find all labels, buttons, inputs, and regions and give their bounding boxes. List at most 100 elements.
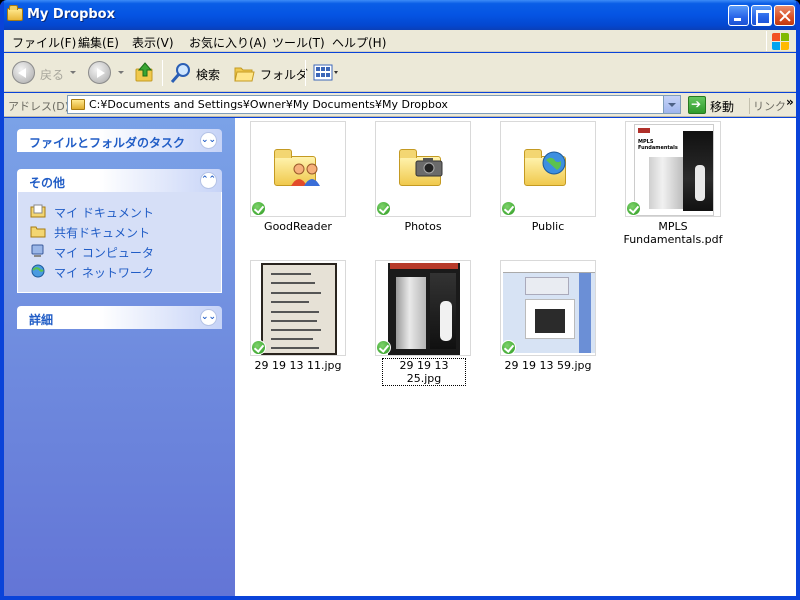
task-link-label[interactable]: マイ コンピュータ — [54, 244, 154, 261]
file-item[interactable]: Public — [486, 118, 606, 254]
toolbar-separator — [162, 60, 163, 86]
search-button-label[interactable]: 検索 — [196, 66, 220, 83]
globe-icon — [542, 151, 566, 175]
back-arrow-icon[interactable] — [12, 61, 35, 84]
file-folder-tasks-panel: ファイルとフォルダのタスク ⌄⌄ — [17, 129, 222, 152]
menu-bar: ファイル(F) 編集(E) 表示(V) お気に入り(A) ツール(T) ヘルプ(… — [4, 30, 796, 52]
chevron-right-icon[interactable]: » — [786, 95, 794, 109]
pdf-cover-image: MPLS Fundamentals — [634, 124, 714, 216]
thumbnail[interactable] — [375, 260, 471, 356]
address-dropdown-icon[interactable] — [663, 96, 680, 113]
up-folder-icon[interactable] — [134, 61, 156, 83]
my-network-icon — [31, 264, 45, 278]
back-dropdown-icon[interactable] — [70, 71, 76, 74]
minimize-button[interactable] — [728, 5, 749, 26]
back-button-label[interactable]: 戻る — [40, 66, 64, 83]
task-link-my-computer[interactable]: マイ コンピュータ — [18, 242, 221, 262]
file-item[interactable]: MPLS Fundamentals MPLS Fundamentals.pdf — [611, 118, 731, 254]
file-view[interactable]: GoodReader Photos Public MPLS Fundamenta… — [235, 118, 796, 596]
thumbnail[interactable]: MPLS Fundamentals — [625, 121, 721, 217]
toolbar-separator — [305, 60, 306, 86]
panel-body: マイ ドキュメント 共有ドキュメント マイ コンピュータ マイ ネットワーク — [17, 192, 222, 293]
windows-logo-icon — [766, 31, 789, 51]
thumbnail[interactable] — [250, 260, 346, 356]
my-documents-icon — [30, 204, 46, 218]
sync-check-icon — [501, 340, 516, 355]
thumbnail[interactable] — [500, 121, 596, 217]
folders-button-label[interactable]: フォルダ — [260, 66, 308, 83]
camera-icon — [415, 158, 443, 177]
sync-check-icon — [501, 201, 516, 216]
file-item[interactable]: 29 19 13 59.jpg — [486, 257, 606, 393]
photo-image — [388, 263, 460, 355]
file-name[interactable]: Public — [486, 220, 610, 233]
file-name[interactable]: 29 19 13 25.jpg — [382, 358, 466, 386]
users-icon — [291, 163, 320, 186]
task-link-label[interactable]: マイ ネットワーク — [54, 264, 154, 281]
file-name[interactable]: 29 19 13 59.jpg — [486, 359, 610, 372]
address-input[interactable]: C:¥Documents and Settings¥Owner¥My Docum… — [67, 95, 681, 114]
menu-tools[interactable]: ツール(T) — [272, 34, 325, 51]
thumbnail[interactable] — [500, 260, 596, 356]
file-item[interactable]: GoodReader — [236, 118, 356, 254]
address-bar: アドレス(D) C:¥Documents and Settings¥Owner¥… — [4, 93, 796, 117]
sync-check-icon — [251, 340, 266, 355]
views-icon[interactable] — [313, 63, 339, 83]
file-item[interactable]: 29 19 13 11.jpg — [236, 257, 356, 393]
go-arrow-icon[interactable] — [688, 96, 706, 114]
other-places-panel: その他 ⌃⌃ マイ ドキュメント 共有ドキュメント マイ コンピュータ マイ ネ… — [17, 169, 222, 293]
file-name[interactable]: 29 19 13 11.jpg — [236, 359, 360, 372]
panel-header[interactable]: ファイルとフォルダのタスク ⌄⌄ — [17, 129, 222, 152]
thumbnail[interactable] — [250, 121, 346, 217]
menu-view[interactable]: 表示(V) — [132, 34, 174, 51]
search-icon[interactable] — [170, 62, 192, 84]
forward-arrow-icon[interactable] — [88, 61, 111, 84]
explorer-window: My Dropbox ファイル(F) 編集(E) 表示(V) お気に入り(A) … — [0, 0, 800, 600]
task-link-my-documents[interactable]: マイ ドキュメント — [18, 202, 221, 222]
shared-documents-folder-icon — [30, 226, 46, 238]
folders-icon[interactable] — [233, 63, 255, 83]
file-item[interactable]: 29 19 13 25.jpg — [361, 257, 481, 393]
chevron-up-icon[interactable]: ⌃⌃ — [200, 172, 217, 189]
title-bar[interactable]: My Dropbox — [0, 0, 800, 30]
menu-help[interactable]: ヘルプ(H) — [332, 34, 386, 51]
file-name[interactable]: MPLS Fundamentals.pdf — [617, 220, 729, 246]
task-link-shared-documents[interactable]: 共有ドキュメント — [18, 222, 221, 242]
panel-header[interactable]: その他 ⌃⌃ — [17, 169, 222, 192]
toolbar: 戻る 検索 フォルダ — [4, 53, 796, 92]
folder-icon — [71, 99, 85, 110]
task-link-label[interactable]: 共有ドキュメント — [54, 224, 150, 241]
close-button[interactable] — [774, 5, 795, 26]
task-link-my-network[interactable]: マイ ネットワーク — [18, 262, 221, 282]
sync-check-icon — [251, 201, 266, 216]
address-label: アドレス(D) — [8, 100, 70, 113]
maximize-button[interactable] — [751, 5, 772, 26]
folder-icon — [7, 5, 23, 21]
panel-title[interactable]: ファイルとフォルダのタスク — [29, 134, 185, 151]
panel-header[interactable]: 詳細 ⌄⌄ — [17, 306, 222, 329]
file-name[interactable]: Photos — [361, 220, 485, 233]
details-panel: 詳細 ⌄⌄ — [17, 306, 222, 329]
window-title: My Dropbox — [27, 7, 115, 22]
sync-check-icon — [626, 201, 641, 216]
task-pane: ファイルとフォルダのタスク ⌄⌄ その他 ⌃⌃ マイ ドキュメント 共有ドキュメ… — [4, 118, 235, 596]
forward-dropdown-icon[interactable] — [118, 71, 124, 74]
screenshot-image — [503, 265, 595, 353]
panel-title[interactable]: 詳細 — [29, 311, 53, 328]
thumbnail[interactable] — [375, 121, 471, 217]
go-button-label[interactable]: 移動 — [710, 98, 734, 115]
sync-check-icon — [376, 340, 391, 355]
file-item[interactable]: Photos — [361, 118, 481, 254]
my-computer-icon — [31, 244, 44, 257]
menu-file[interactable]: ファイル(F) — [12, 34, 76, 51]
sync-check-icon — [376, 201, 391, 216]
chevron-down-icon[interactable]: ⌄⌄ — [200, 132, 217, 149]
menu-favorites[interactable]: お気に入り(A) — [189, 34, 267, 51]
task-link-label[interactable]: マイ ドキュメント — [54, 204, 154, 221]
chevron-down-icon[interactable]: ⌄⌄ — [200, 309, 217, 326]
links-label[interactable]: リンク — [749, 98, 786, 114]
address-path[interactable]: C:¥Documents and Settings¥Owner¥My Docum… — [89, 98, 448, 111]
file-name[interactable]: GoodReader — [236, 220, 360, 233]
panel-title[interactable]: その他 — [29, 174, 65, 191]
menu-edit[interactable]: 編集(E) — [78, 34, 119, 51]
